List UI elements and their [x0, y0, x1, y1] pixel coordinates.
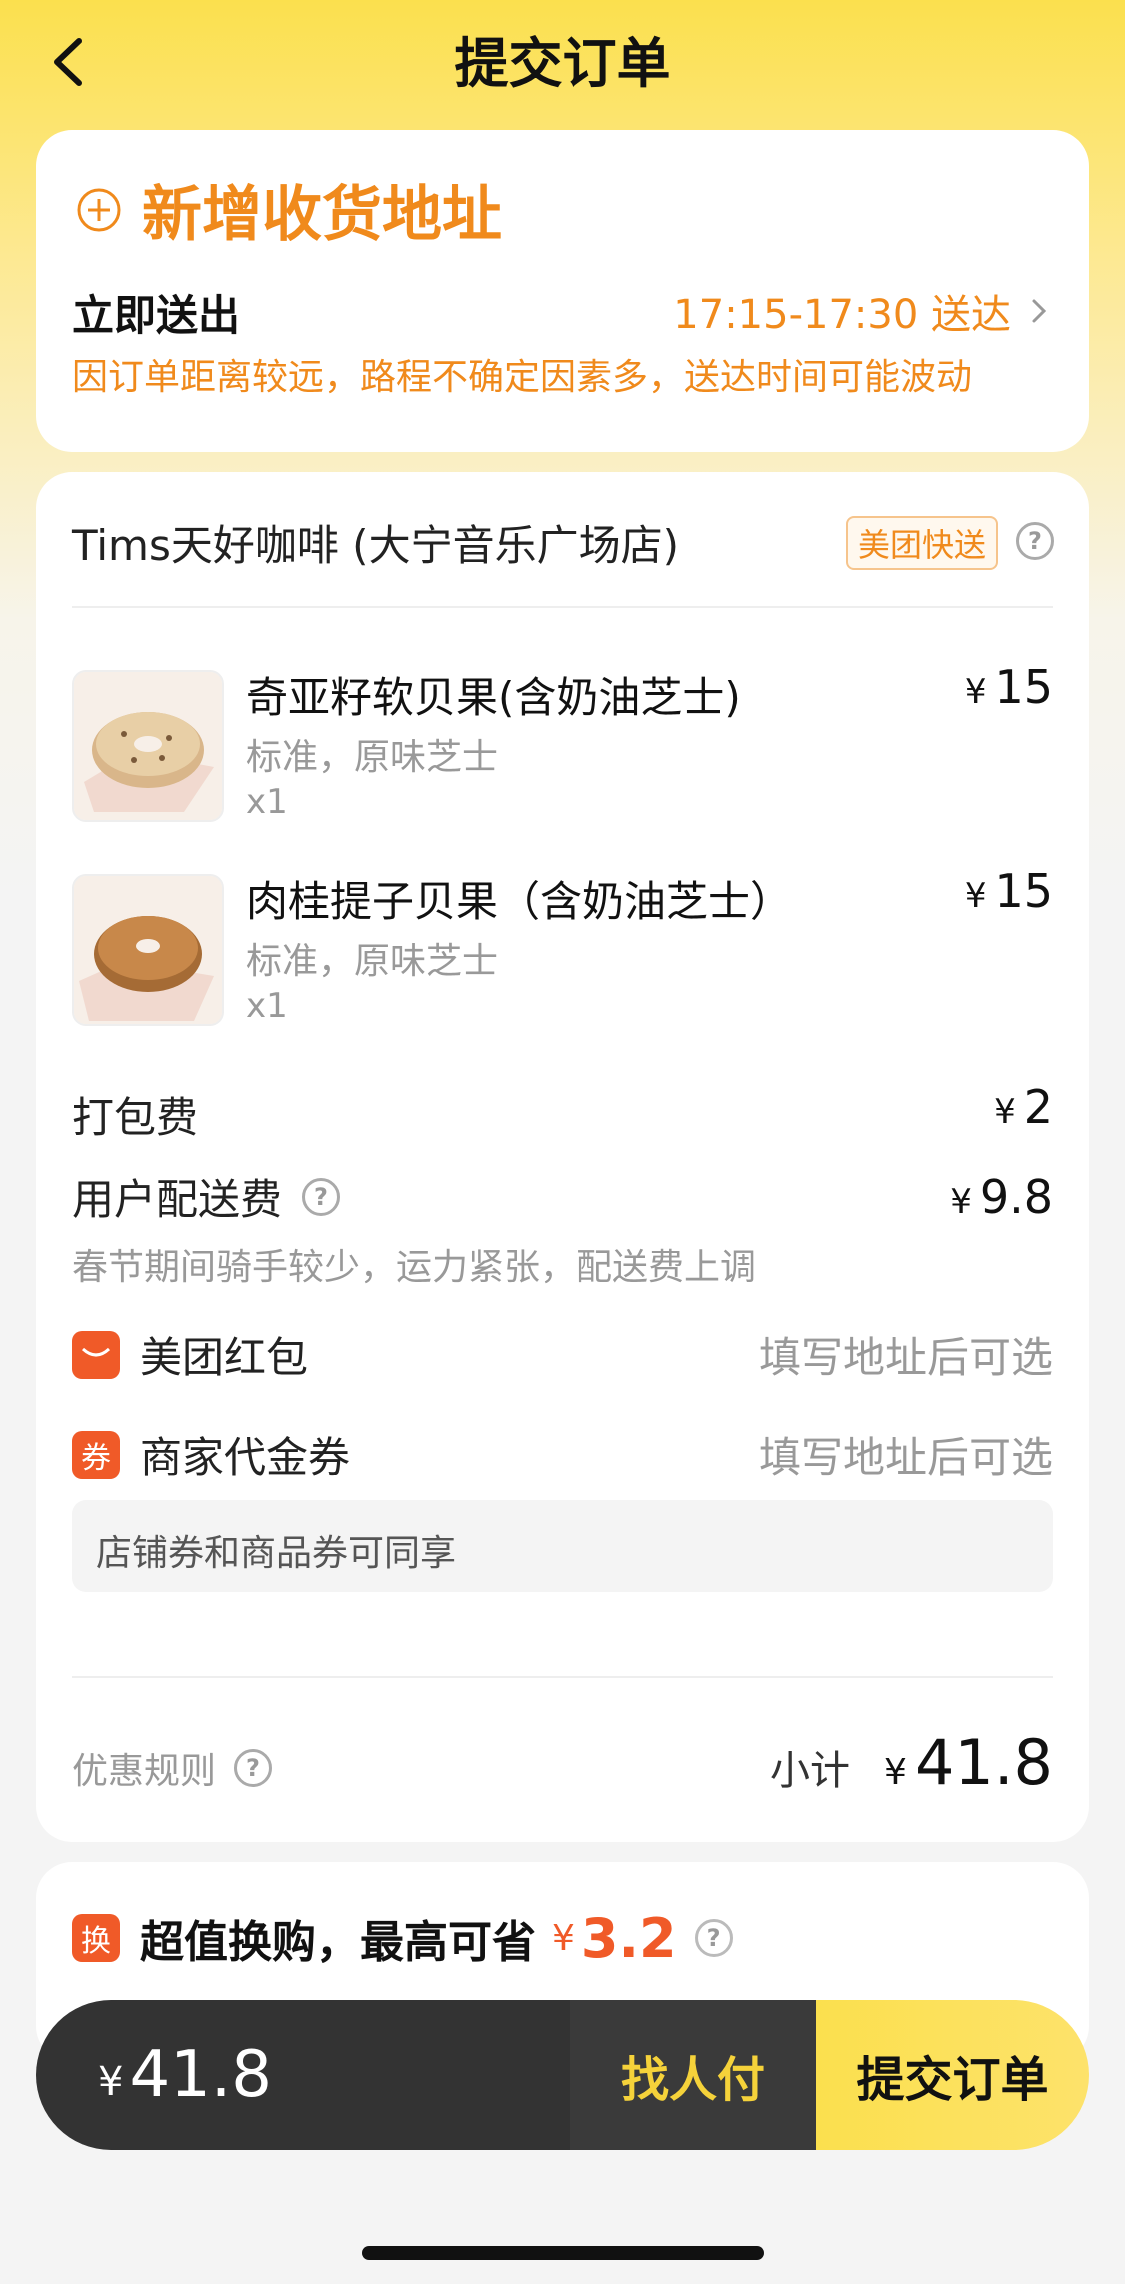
- delivery-time: 17:15-17:30 送达: [673, 292, 1011, 338]
- delivery-fee-text: 用户配送费: [72, 1175, 283, 1224]
- subtotal-value: 41.8: [914, 1726, 1053, 1799]
- packaging-fee: ¥2: [994, 1080, 1053, 1134]
- bagel-image: [74, 672, 222, 820]
- deliver-now-label: 立即送出: [72, 291, 241, 340]
- item-quantity: x1: [246, 986, 288, 1026]
- currency-symbol: ¥: [964, 876, 987, 916]
- delivery-note: 因订单距离较远，路程不确定因素多，送达时间可能波动: [72, 357, 973, 398]
- subtotal: 小计 ¥ 41.8: [770, 1726, 1053, 1799]
- item-name: 奇亚籽软贝果(含奶油芝士): [246, 673, 741, 722]
- delivery-fee-note: 春节期间骑手较少，运力紧张，配送费上调: [72, 1247, 757, 1288]
- exchange-label: 超值换购，最高可省: [140, 1917, 536, 1968]
- packaging-fee-label: 打包费: [72, 1084, 198, 1145]
- price-value: 15: [994, 864, 1053, 918]
- meituan-redpacket-hint[interactable]: 填写地址后可选: [759, 1324, 1053, 1385]
- merchant-voucher-row[interactable]: 券 商家代金券: [72, 1424, 350, 1485]
- exchange-saving: 3.2: [580, 1906, 677, 1970]
- chevron-right-icon: [1032, 299, 1047, 323]
- red-envelope-icon: [72, 1330, 120, 1379]
- price-value: 2: [1023, 1080, 1053, 1134]
- discount-rules-label: 优惠规则: [72, 1751, 217, 1792]
- divider: [72, 1676, 1053, 1678]
- help-icon[interactable]: ?: [1016, 522, 1054, 560]
- add-address-button[interactable]: 新增收货地址: [76, 166, 502, 253]
- add-circle-icon: [77, 188, 121, 231]
- help-icon[interactable]: ?: [694, 1919, 733, 1957]
- currency-symbol: ¥: [964, 672, 987, 712]
- merchant-voucher-hint[interactable]: 填写地址后可选: [759, 1424, 1053, 1485]
- friend-pay-button[interactable]: 找人付: [570, 2000, 816, 2150]
- currency-symbol: ¥: [552, 1917, 575, 1959]
- total-amount: ¥ 41.8: [36, 2000, 570, 2150]
- divider: [72, 606, 1053, 608]
- delivery-badge: 美团快送: [846, 516, 999, 570]
- delivery-fee-label: 用户配送费 ?: [72, 1166, 341, 1227]
- item-price: ¥15: [965, 660, 1053, 714]
- voucher-icon: 券: [72, 1430, 120, 1479]
- help-icon: ?: [234, 1749, 273, 1787]
- item-price: ¥15: [965, 864, 1053, 918]
- store-name: Tims天好咖啡 (大宁音乐广场店): [72, 521, 679, 570]
- checkout-bar: ¥ 41.8 找人付 提交订单: [36, 2000, 1089, 2150]
- add-address-label: 新增收货地址: [142, 180, 502, 250]
- exchange-offer[interactable]: 换 超值换购，最高可省 ¥ 3.2 ?: [72, 1906, 733, 1970]
- price-value: 9.8: [979, 1170, 1053, 1224]
- exchange-icon: 换: [72, 1914, 120, 1962]
- bagel-image: [74, 876, 222, 1024]
- help-icon[interactable]: ?: [302, 1177, 341, 1216]
- currency-symbol: ¥: [950, 1182, 972, 1222]
- submit-order-button[interactable]: 提交订单: [816, 2000, 1089, 2150]
- packaging-fee-text: 打包费: [72, 1093, 199, 1142]
- meituan-redpacket-label: 美团红包: [140, 1333, 309, 1382]
- item-quantity: x1: [246, 782, 288, 822]
- total-value: 41.8: [129, 2038, 272, 2112]
- merchant-voucher-label: 商家代金券: [140, 1433, 351, 1482]
- home-indicator[interactable]: [362, 2246, 764, 2260]
- coupon-share-note: 店铺券和商品券可同享: [96, 1533, 457, 1574]
- meituan-redpacket-row[interactable]: 美团红包: [72, 1324, 308, 1385]
- delivery-time-selector[interactable]: 17:15-17:30 送达: [673, 282, 1049, 340]
- currency-symbol: ¥: [884, 1752, 907, 1793]
- currency-symbol: ¥: [994, 1092, 1016, 1132]
- item-spec: 标准，原味芝士: [246, 737, 499, 778]
- delivery-fee: ¥9.8: [950, 1170, 1053, 1224]
- page-title: 提交订单: [454, 32, 671, 95]
- product-image[interactable]: [72, 874, 224, 1026]
- discount-rules[interactable]: 优惠规则 ?: [72, 1742, 273, 1794]
- item-name: 肉桂提子贝果（含奶油芝士）: [246, 877, 793, 926]
- price-value: 15: [994, 660, 1053, 714]
- subtotal-label: 小计: [770, 1748, 851, 1794]
- currency-symbol: ¥: [98, 2059, 124, 2105]
- product-image[interactable]: [72, 670, 224, 822]
- item-spec: 标准，原味芝士: [246, 941, 499, 982]
